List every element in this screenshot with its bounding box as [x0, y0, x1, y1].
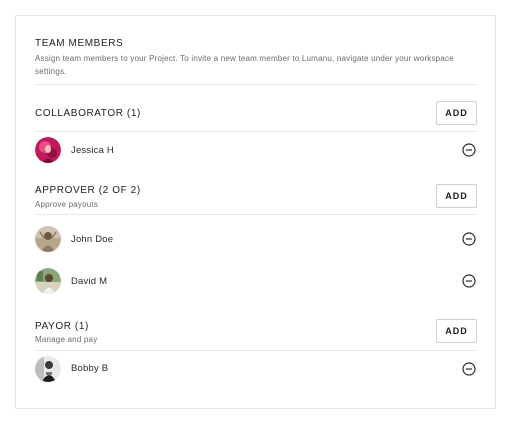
page-subtitle: Assign team members to your Project. To …	[35, 54, 454, 76]
add-collaborator-button[interactable]: ADD	[436, 101, 477, 125]
avatar	[35, 137, 61, 163]
add-approver-button[interactable]: ADD	[436, 184, 477, 208]
section-subtitle-approver: Approve payouts	[35, 200, 99, 209]
divider	[35, 84, 477, 85]
remove-member-button[interactable]	[462, 274, 476, 288]
section-title-collaborator: COLLABORATOR (1)	[35, 108, 141, 119]
divider	[35, 350, 477, 351]
avatar	[35, 226, 61, 252]
divider	[35, 131, 477, 132]
section-title-approver: APPROVER (2 OF 2)	[35, 185, 141, 196]
add-payor-button[interactable]: ADD	[436, 319, 477, 343]
minus-circle-icon	[462, 143, 476, 157]
team-members-card: TEAM MEMBERS Assign team members to your…	[15, 15, 496, 409]
member-name: John Doe	[71, 234, 114, 245]
minus-circle-icon	[462, 232, 476, 246]
page-title: TEAM MEMBERS	[35, 38, 124, 49]
remove-member-button[interactable]	[462, 143, 476, 157]
divider	[35, 214, 477, 215]
member-name: Bobby B	[71, 363, 109, 374]
remove-member-button[interactable]	[462, 362, 476, 376]
minus-circle-icon	[462, 362, 476, 376]
member-name: Jessica H	[71, 145, 114, 156]
minus-circle-icon	[462, 274, 476, 288]
section-title-payor: PAYOR (1)	[35, 321, 89, 332]
avatar	[35, 356, 61, 382]
remove-member-button[interactable]	[462, 232, 476, 246]
member-name: David M	[71, 276, 108, 287]
section-subtitle-payor: Manage and pay	[35, 335, 98, 344]
avatar	[35, 268, 61, 294]
